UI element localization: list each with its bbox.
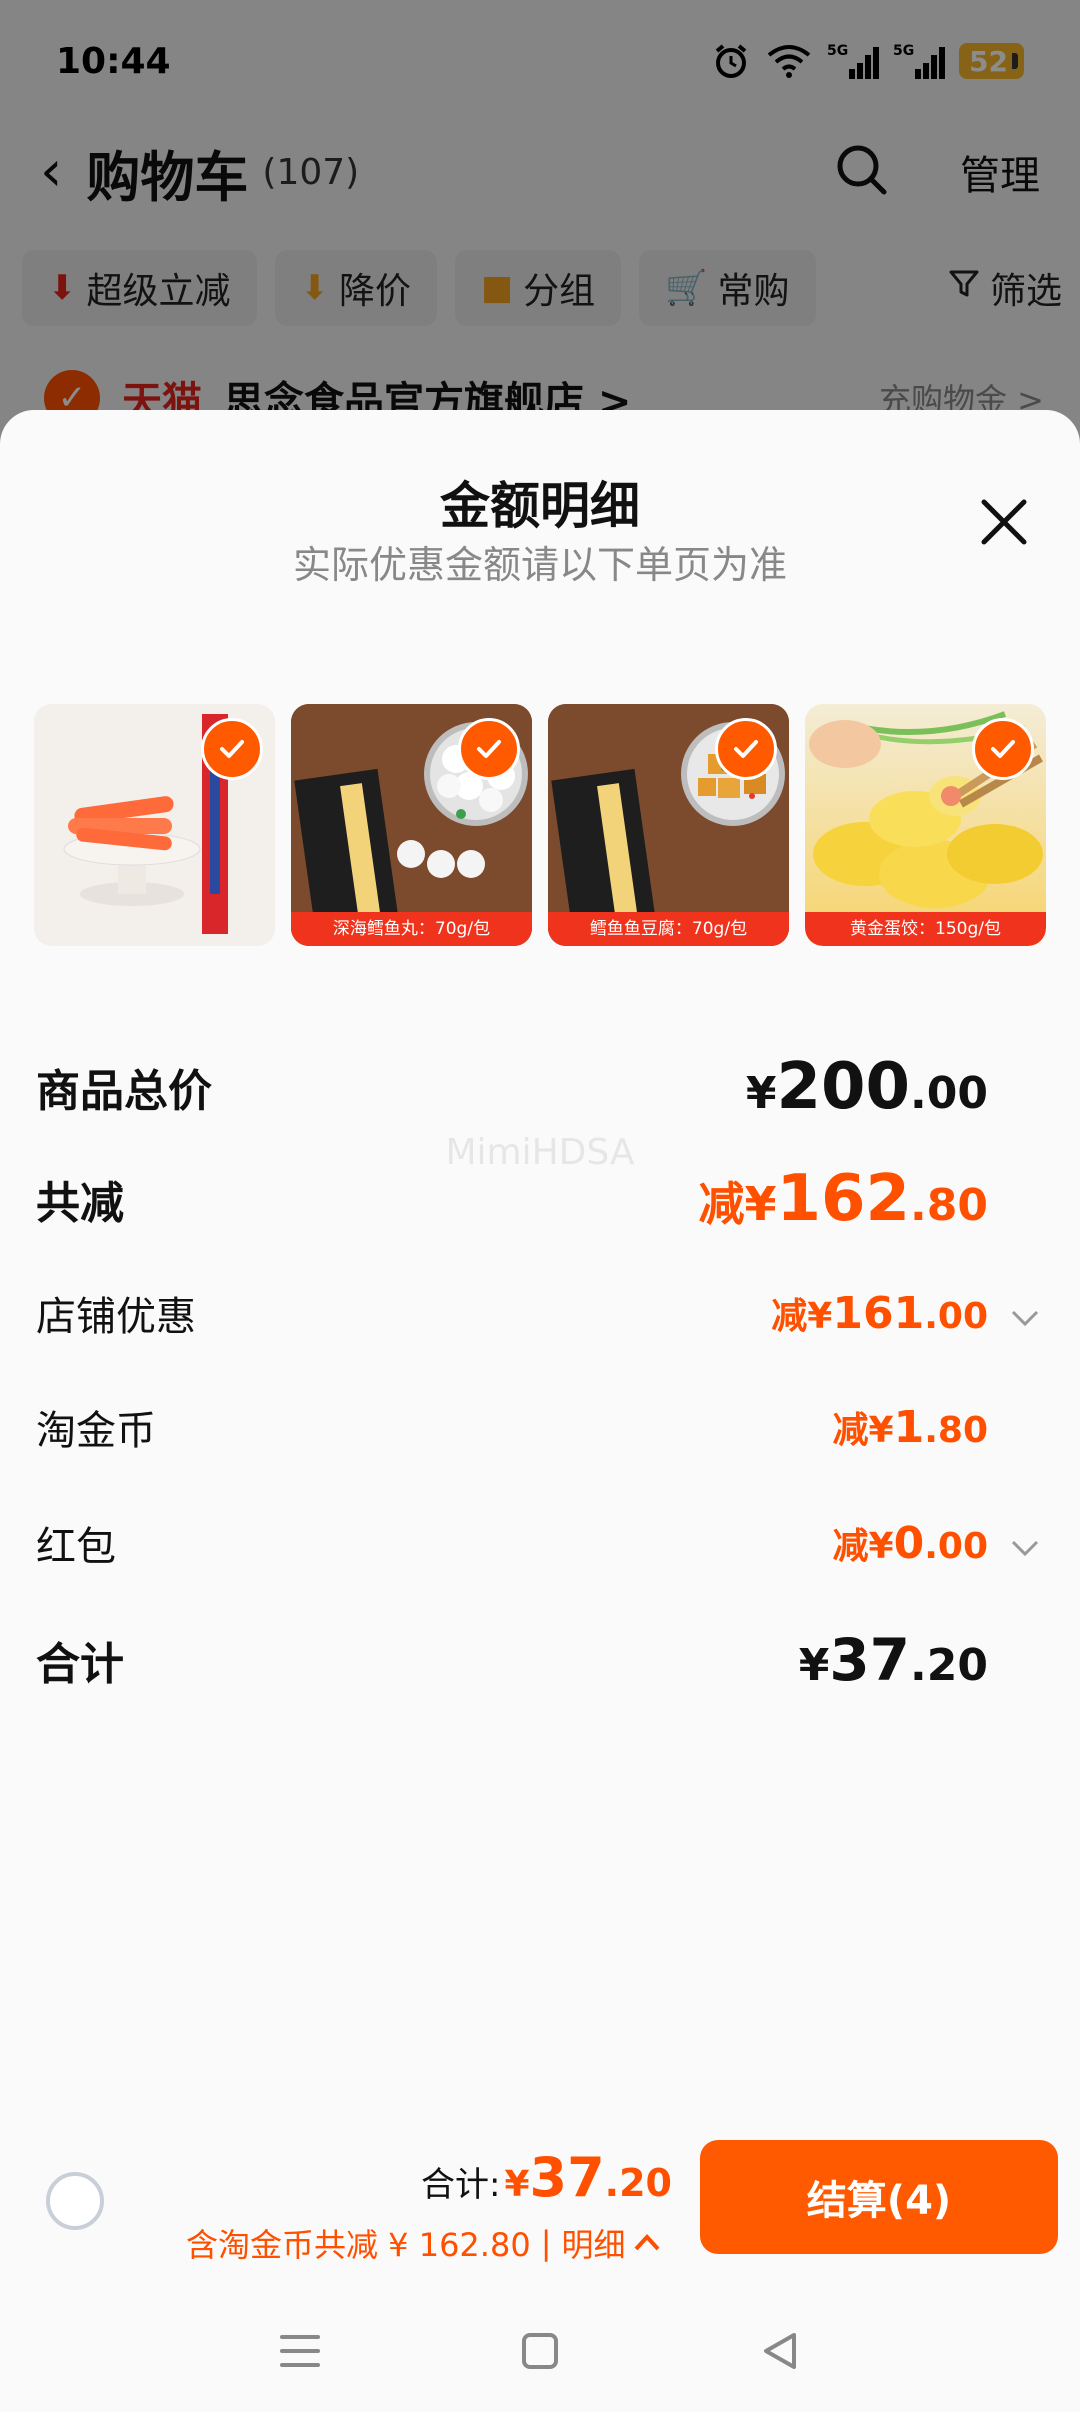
product-caption: 深海鳕鱼丸：70g/包	[291, 912, 532, 946]
row-label: 红包	[36, 1524, 116, 1570]
close-button[interactable]	[972, 490, 1036, 554]
total-currency: ¥	[504, 2164, 530, 2205]
row-taojinbi: 淘金币 减¥ 1 .80	[36, 1398, 1040, 1456]
product-thumbnail[interactable]	[34, 704, 275, 946]
total-discount-value: 减¥ 162 .80	[698, 1162, 988, 1236]
taojinbi-value: 减¥ 1 .80	[832, 1402, 988, 1453]
red-packet-value: 减¥ 0 .00	[833, 1517, 1040, 1569]
row-sum: 合计 ¥ 37 .20	[36, 1626, 1040, 1694]
watermark: MimiHDSA	[445, 1132, 635, 1173]
amount-detail-sheet: 金额明细 实际优惠金额请以下单页为准 深海鳕鱼丸：70g/包 鳕鱼鱼豆腐：70g…	[0, 410, 1080, 2412]
chevron-up-icon	[635, 2234, 660, 2251]
saving-summary: 含淘金币共减 ¥ 162.80 | 明细	[186, 2220, 661, 2266]
product-caption: 黄金蛋饺：150g/包	[805, 912, 1046, 946]
selected-products: 深海鳕鱼丸：70g/包 鳕鱼鱼豆腐：70g/包 黄金蛋饺：150g/包	[34, 704, 1046, 948]
close-icon	[981, 499, 1027, 545]
product-thumbnail[interactable]: 深海鳕鱼丸：70g/包	[291, 704, 532, 946]
sum-value: ¥ 37 .20	[798, 1626, 988, 1694]
chevron-down-icon[interactable]	[1000, 1301, 1040, 1336]
detail-label: 明细	[561, 2226, 626, 2264]
sheet-title: 金额明细	[440, 477, 640, 535]
row-total-discount: 共减 减¥ 162 .80	[36, 1162, 1040, 1236]
chevron-down-icon[interactable]	[1000, 1531, 1040, 1566]
checkout-button[interactable]: 结算(4)	[700, 2140, 1058, 2254]
row-label: 共减	[36, 1178, 124, 1229]
product-checked-icon[interactable]	[715, 718, 777, 780]
saving-text: 含淘金币共减 ¥ 162.80	[186, 2226, 531, 2264]
checkout-bar: 合计: ¥ 37 .20 含淘金币共减 ¥ 162.80 | 明细 结算(4)	[0, 2128, 1080, 2268]
checkout-total: 合计: ¥ 37 .20	[421, 2146, 672, 2209]
row-shop-discount[interactable]: 店铺优惠 减¥ 161 .00	[36, 1284, 1040, 1342]
separator: |	[540, 2224, 552, 2262]
row-red-packet[interactable]: 红包 减¥ 0 .00	[36, 1514, 1040, 1572]
detail-toggle[interactable]: 明细	[561, 2220, 661, 2266]
back-nav-icon[interactable]	[750, 2321, 810, 2381]
product-checked-icon[interactable]	[201, 718, 263, 780]
menu-icon[interactable]	[270, 2321, 330, 2381]
total-label: 合计:	[420, 2165, 501, 2205]
total-price-value: ¥ 200 .00	[745, 1050, 988, 1124]
home-icon[interactable]	[510, 2321, 570, 2381]
product-caption: 鳕鱼鱼豆腐：70g/包	[548, 912, 789, 946]
row-label: 合计	[36, 1639, 124, 1690]
product-thumbnail[interactable]: 鳕鱼鱼豆腐：70g/包	[548, 704, 789, 946]
total-amount-dec: .20	[604, 2161, 672, 2205]
row-label: 淘金币	[36, 1408, 156, 1454]
select-all-checkbox[interactable]	[46, 2172, 104, 2230]
shop-discount-value: 减¥ 161 .00	[771, 1287, 1040, 1339]
row-label: 商品总价	[36, 1066, 212, 1117]
product-checked-icon[interactable]	[458, 718, 520, 780]
product-thumbnail[interactable]: 黄金蛋饺：150g/包	[805, 704, 1046, 946]
row-total-price: 商品总价 ¥ 200 .00	[36, 1050, 1040, 1124]
system-navigation-bar	[0, 2290, 1080, 2412]
row-label: 店铺优惠	[36, 1294, 196, 1340]
sheet-subtitle: 实际优惠金额请以下单页为准	[292, 543, 787, 587]
total-amount-int: 37	[529, 2146, 605, 2209]
product-checked-icon[interactable]	[972, 718, 1034, 780]
